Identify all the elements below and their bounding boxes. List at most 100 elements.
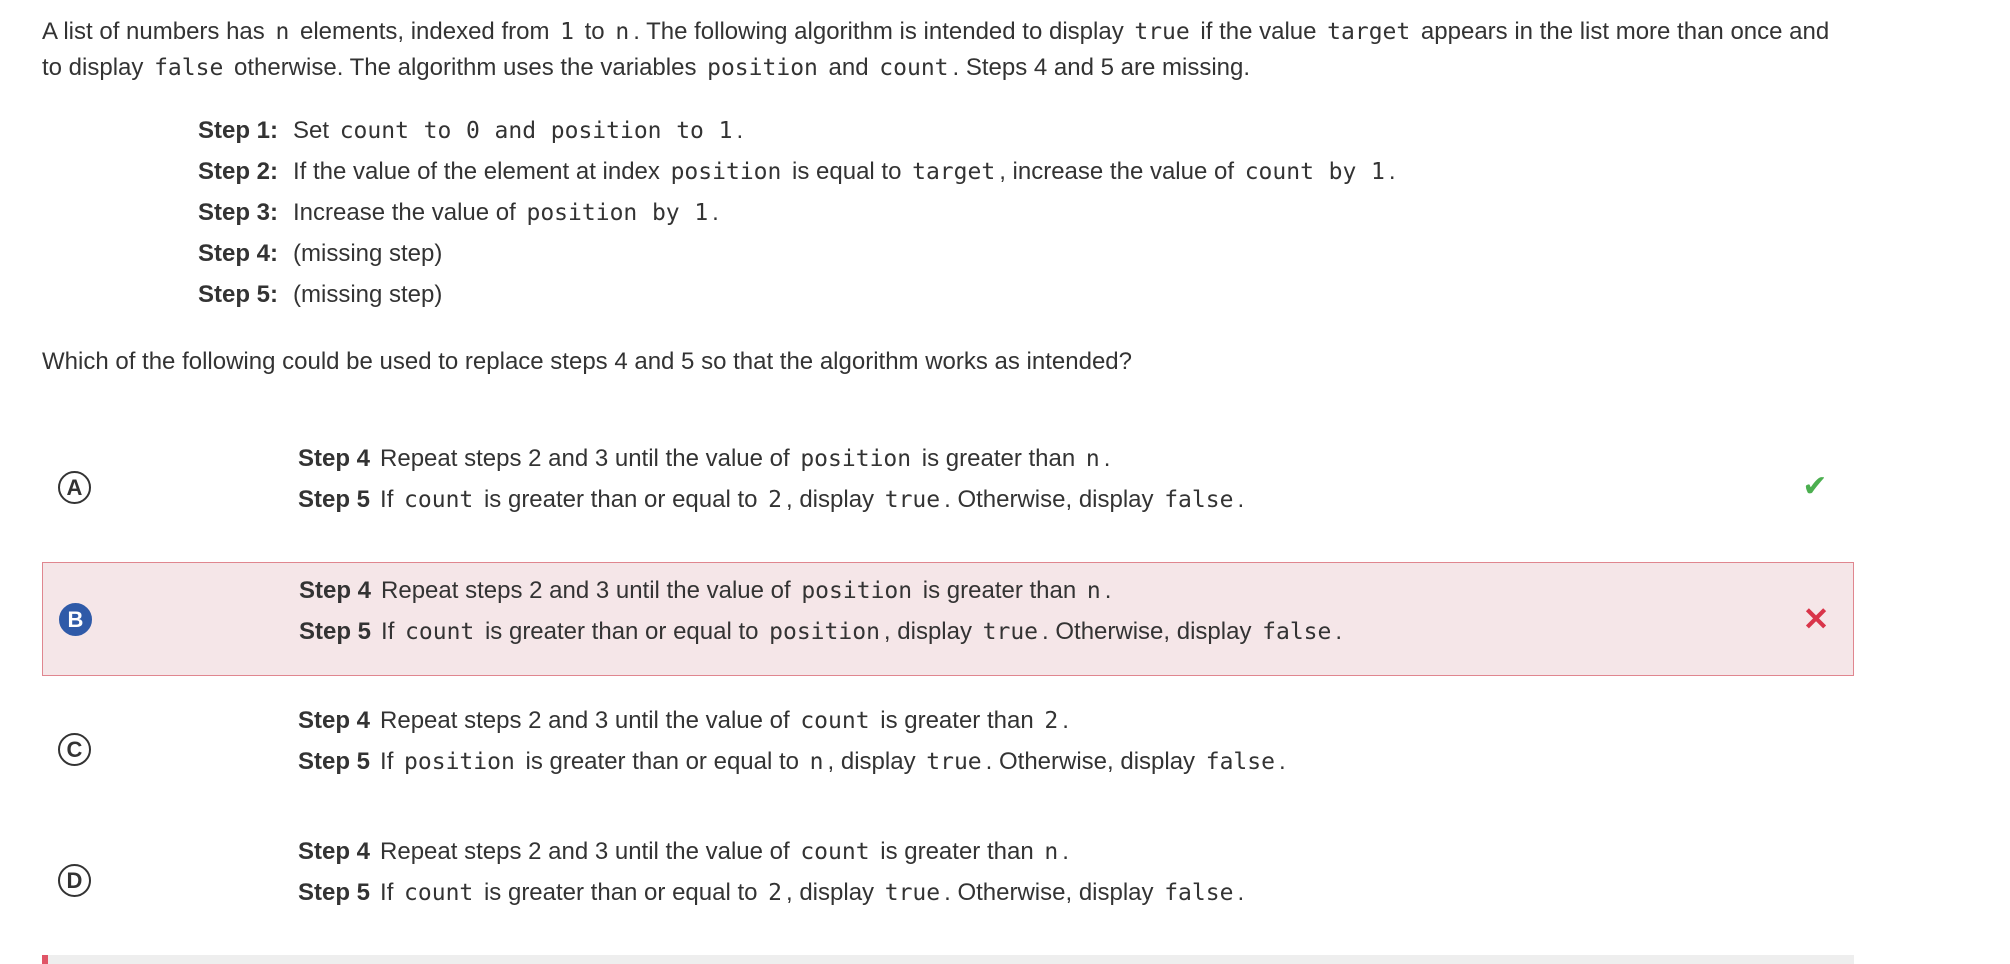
algorithm-steps: Step 1: Set count to 0 and position to 1.… — [198, 113, 1396, 318]
inline-text: If — [380, 748, 401, 775]
prompt-text: otherwise. The algorithm uses the variab… — [227, 54, 704, 81]
inline-code: count — [339, 118, 409, 144]
step-text: Set count to 0 and position to 1. — [293, 117, 743, 144]
step-label: Step 1: — [198, 117, 279, 144]
question-text: Which of the following could be used to … — [42, 348, 1132, 375]
inline-text — [641, 199, 648, 226]
choice-step-label: Step 4 — [298, 707, 371, 734]
inline-code: position — [769, 619, 880, 645]
prompt-code: count — [879, 55, 949, 81]
choice-letter-c[interactable]: C — [58, 733, 91, 766]
inline-text: (missing step) — [293, 281, 443, 308]
inline-text: is greater than — [916, 577, 1083, 604]
inline-code: 1 — [694, 200, 709, 226]
inline-code: position — [670, 159, 782, 185]
inline-text: . Otherwise, display — [1042, 618, 1259, 645]
inline-text: is greater than or equal to — [518, 748, 806, 775]
algorithm-step: Step 4: (missing step) — [198, 236, 1396, 277]
step-text: (missing step) — [293, 281, 442, 308]
step-text: If the value of the element at index pos… — [293, 158, 1396, 185]
choice-line: Step 5 If count is greater than or equal … — [298, 482, 1244, 523]
inline-code: count — [800, 708, 870, 734]
inline-text: is greater than or equal to — [477, 879, 765, 906]
inline-text: , increase the value of — [999, 158, 1241, 185]
choice-line: Step 5 If count is greater than or equal … — [299, 614, 1342, 655]
inline-code: n — [1044, 839, 1059, 865]
step-text: Increase the value of position by 1. — [293, 199, 719, 226]
inline-code: by — [651, 200, 680, 226]
inline-text: . — [1103, 445, 1111, 472]
inline-text — [1360, 158, 1367, 185]
inline-text: is greater than or equal to — [477, 486, 765, 513]
inline-code: count — [800, 839, 870, 865]
inline-text: . — [1237, 486, 1245, 513]
algorithm-step: Step 2: If the value of the element at in… — [198, 154, 1396, 195]
prompt-text: if the value — [1193, 18, 1324, 45]
prompt-text: to — [577, 18, 612, 45]
prompt-code: false — [154, 55, 224, 81]
choice-content: Step 4 Repeat steps 2 and 3 until the val… — [299, 573, 1342, 655]
step-label: Step 3: — [198, 199, 279, 226]
algorithm-step: Step 5: (missing step) — [198, 277, 1396, 318]
inline-text: . — [1237, 879, 1245, 906]
inline-text: . Otherwise, display — [944, 879, 1161, 906]
inline-code: 2 — [768, 880, 782, 906]
bottom-divider-accent — [42, 955, 48, 964]
inline-text: If — [380, 486, 401, 513]
prompt-code: n — [275, 19, 290, 45]
inline-text: , display — [827, 748, 923, 775]
inline-code: true — [926, 749, 982, 775]
inline-text: . — [1278, 748, 1286, 775]
choice-content: Step 4 Repeat steps 2 and 3 until the val… — [298, 703, 1286, 785]
prompt-text: A list of numbers has — [42, 18, 272, 45]
inline-code: 0 — [466, 118, 480, 144]
choice-step-label: Step 4 — [298, 445, 371, 472]
check-icon: ✔ — [1802, 470, 1828, 503]
answer-choice-a[interactable]: A Step 4 Repeat steps 2 and 3 until the v… — [42, 431, 1854, 545]
inline-text: is greater than — [873, 838, 1041, 865]
inline-text: . — [1388, 158, 1396, 185]
inline-text: is equal to — [785, 158, 909, 185]
choice-step-label: Step 5 — [298, 486, 371, 513]
question-prompt: A list of numbers has n elements, indexe… — [42, 14, 1842, 86]
prompt-code: target — [1327, 19, 1411, 45]
bottom-divider — [42, 955, 1854, 964]
inline-text: . — [1335, 618, 1343, 645]
choice-step-text: If count is greater than or equal to 2, … — [380, 486, 1244, 513]
inline-text: . Otherwise, display — [985, 748, 1202, 775]
inline-text — [540, 117, 547, 144]
inline-text — [484, 117, 491, 144]
inline-text: , display — [883, 618, 979, 645]
inline-code: 2 — [1044, 708, 1059, 734]
choice-step-label: Step 5 — [298, 879, 371, 906]
choice-letter-b[interactable]: B — [59, 603, 92, 636]
inline-text — [1318, 158, 1325, 185]
inline-text: If — [380, 879, 401, 906]
choice-step-text: If position is greater than or equal to … — [380, 748, 1286, 775]
inline-code: position — [550, 118, 662, 144]
inline-text: . — [1104, 577, 1112, 604]
inline-text: is greater than — [873, 707, 1041, 734]
answer-choice-b[interactable]: B Step 4 Repeat steps 2 and 3 until the v… — [42, 562, 1854, 676]
inline-text: . — [1062, 707, 1069, 734]
choice-step-text: Repeat steps 2 and 3 until the value of … — [380, 445, 1110, 472]
choice-content: Step 4 Repeat steps 2 and 3 until the val… — [298, 441, 1244, 523]
choice-letter-d[interactable]: D — [58, 864, 91, 897]
inline-code: false — [1164, 880, 1234, 906]
inline-code: to — [423, 118, 452, 144]
inline-code: target — [912, 159, 996, 185]
answer-choice-c[interactable]: C Step 4 Repeat steps 2 and 3 until the v… — [42, 693, 1854, 807]
choice-line: Step 4 Repeat steps 2 and 3 until the val… — [298, 834, 1244, 875]
step-label: Step 2: — [198, 158, 279, 185]
prompt-text: and — [821, 54, 876, 81]
choice-line: Step 5 If count is greater than or equal … — [298, 875, 1244, 916]
answer-choice-d[interactable]: D Step 4 Repeat steps 2 and 3 until the v… — [42, 824, 1854, 938]
choice-letter-a[interactable]: A — [58, 471, 91, 504]
choice-step-label: Step 4 — [299, 577, 372, 604]
inline-text: is greater than — [915, 445, 1082, 472]
inline-text: . — [1062, 838, 1069, 865]
inline-code: n — [809, 749, 824, 775]
prompt-code: true — [1134, 19, 1190, 45]
step-text: (missing step) — [293, 240, 442, 267]
choice-line: Step 4 Repeat steps 2 and 3 until the val… — [298, 441, 1244, 482]
